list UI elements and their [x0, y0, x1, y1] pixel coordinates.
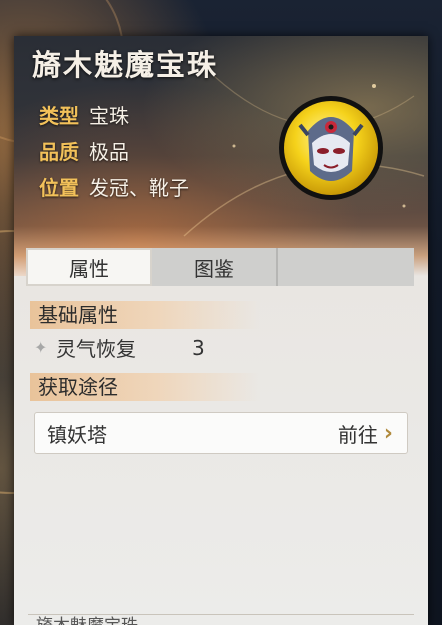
item-type-label: 类型	[39, 104, 79, 128]
divider	[28, 614, 414, 615]
source-item-card[interactable]: 镇妖塔 前往 ›	[34, 412, 408, 454]
item-type-value: 宝珠	[89, 104, 129, 128]
item-position-value: 发冠、靴子	[89, 176, 189, 200]
item-detail-panel: 旖木魅魔宝珠 类型 宝珠 品质 极品 位置 发冠、靴子 属性 图鉴 基础属性 ✦…	[14, 36, 428, 625]
demon-mask-gem-icon	[279, 96, 383, 200]
goto-label: 前往	[337, 422, 378, 447]
sparkle-icon: ✦	[34, 338, 48, 357]
tab-collection[interactable]: 图鉴	[152, 248, 278, 286]
goto-button[interactable]: 前往 ›	[338, 419, 393, 448]
item-position-row: 位置 发冠、靴子	[39, 172, 189, 201]
attribute-name: 灵气恢复	[56, 337, 136, 361]
item-description-cut: 旖木魅魔宝珠…	[36, 616, 416, 625]
item-quality-value: 极品	[89, 140, 129, 164]
item-type-row: 类型 宝珠	[39, 100, 129, 129]
section-basic-attributes-title: 基础属性	[30, 301, 260, 329]
attribute-value: 3	[192, 335, 205, 360]
section-acquire-title: 获取途径	[30, 373, 260, 401]
item-quality-label: 品质	[39, 140, 79, 164]
source-name: 镇妖塔	[47, 422, 107, 447]
item-quality-row: 品质 极品	[39, 136, 129, 165]
item-tabs: 属性 图鉴	[26, 248, 414, 286]
item-position-label: 位置	[39, 176, 79, 200]
chevron-right-icon: ›	[383, 420, 393, 446]
item-title: 旖木魅魔宝珠	[32, 48, 219, 82]
attribute-row: ✦ 灵气恢复 3	[34, 333, 205, 362]
tab-attributes[interactable]: 属性	[26, 248, 152, 286]
